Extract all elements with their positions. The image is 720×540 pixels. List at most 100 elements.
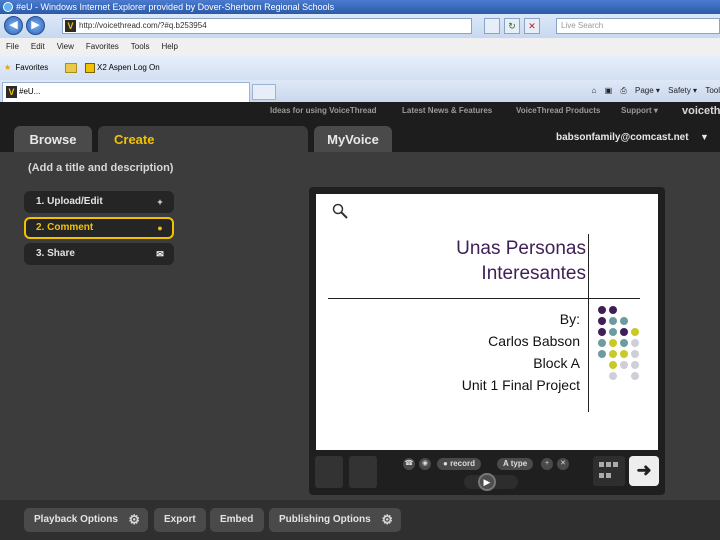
step-upload-edit-button[interactable]: 1. Upload/Edit +	[24, 191, 174, 213]
step-label: 1. Upload/Edit	[36, 196, 103, 207]
print-icon[interactable]: ⎙	[620, 86, 626, 95]
publishing-options-label: Publishing Options	[279, 514, 371, 525]
step-share-button[interactable]: 3. Share ✉	[24, 243, 174, 265]
tab-create[interactable]: Create	[98, 126, 308, 152]
favorite-link-aspen[interactable]: X2 Aspen Log On	[97, 63, 160, 72]
decorative-dot	[598, 328, 606, 336]
favorites-button[interactable]: Favorites	[15, 63, 48, 72]
decorative-dot	[609, 350, 617, 358]
tab-favicon-icon: V	[6, 86, 17, 98]
voicethread-favicon-icon: V	[65, 20, 76, 32]
menu-edit[interactable]: Edit	[31, 42, 45, 51]
type-button[interactable]: A type	[497, 458, 534, 470]
slide-divider-vertical	[588, 234, 589, 412]
gear-icon: ⚙	[381, 512, 393, 527]
decorative-dot	[598, 339, 606, 347]
decorative-dot	[620, 339, 628, 347]
slide-grid-button[interactable]	[593, 456, 625, 486]
zoom-icon[interactable]	[332, 203, 348, 219]
type-label: type	[510, 459, 528, 468]
record-button[interactable]: ● record	[437, 458, 481, 470]
compatibility-icon[interactable]	[484, 18, 500, 34]
play-button[interactable]: ▶	[478, 473, 496, 491]
camera-icon[interactable]: ◉	[419, 458, 431, 470]
voicethread-logo[interactable]: voicethr	[682, 102, 720, 120]
slide-author: Carlos Babson	[488, 333, 580, 349]
browser-tab[interactable]: V #eU...	[2, 82, 250, 102]
link-support[interactable]: Support ▾	[621, 102, 658, 120]
menu-favorites[interactable]: Favorites	[86, 42, 119, 51]
decorative-dot	[598, 350, 606, 358]
back-button[interactable]: ◀	[4, 16, 23, 35]
publishing-options-button[interactable]: Publishing Options ⚙	[269, 508, 401, 532]
decorative-dot	[609, 339, 617, 347]
create-panel: (Add a title and description) 1. Upload/…	[0, 152, 720, 500]
player-controls: ☎ ◉ ● record A type + ✕ ▶ ➜	[309, 452, 665, 495]
tab-myvoice[interactable]: MyVoice	[314, 126, 392, 152]
page-menu[interactable]: Page ▾	[635, 86, 660, 95]
decorative-dot	[631, 328, 639, 336]
thread-title-placeholder[interactable]: (Add a title and description)	[28, 162, 173, 174]
favorites-star-icon[interactable]: ★	[4, 63, 11, 72]
slide-block: Block A	[533, 355, 580, 371]
home-icon[interactable]: ⌂	[591, 86, 596, 95]
plus-icon: +	[157, 197, 163, 207]
voicethread-top-nav: Ideas for using VoiceThread Latest News …	[0, 102, 720, 120]
close-icon[interactable]: ✕	[557, 458, 569, 470]
playback-options-button[interactable]: Playback Options ⚙	[24, 508, 148, 532]
microphone-icon: ●	[157, 223, 163, 233]
export-button[interactable]: Export	[154, 508, 206, 532]
menu-bar: File Edit View Favorites Tools Help	[0, 38, 720, 56]
tab-bar: V #eU... ⌂ ▣ ⎙ Page ▾ Safety ▾ Tool	[0, 80, 720, 102]
decorative-dot	[598, 317, 606, 325]
record-label: record	[450, 459, 475, 468]
link-icon	[84, 62, 95, 73]
next-slide-button[interactable]: ➜	[629, 456, 659, 486]
menu-tools[interactable]: Tools	[131, 42, 150, 51]
tab-browse[interactable]: Browse	[14, 126, 92, 152]
decorative-dot	[609, 328, 617, 336]
envelope-icon: ✉	[156, 249, 164, 259]
playback-options-label: Playback Options	[34, 514, 118, 525]
menu-help[interactable]: Help	[161, 42, 177, 51]
window-title: #eU - Windows Internet Explorer provided…	[16, 2, 335, 12]
phone-icon[interactable]: ☎	[403, 458, 415, 470]
slide-divider-horizontal	[328, 298, 640, 299]
account-email[interactable]: babsonfamily@comcast.net	[556, 132, 689, 143]
new-tab-button[interactable]	[252, 84, 276, 100]
previous-slide-button[interactable]	[315, 456, 343, 488]
decorative-dot	[620, 317, 628, 325]
menu-view[interactable]: View	[57, 42, 74, 51]
step-comment-button[interactable]: 2. Comment ●	[24, 217, 174, 239]
tab-title: #eU...	[19, 87, 41, 96]
safety-menu[interactable]: Safety ▾	[668, 86, 697, 95]
slide-canvas: Unas Personas Interesantes By: Carlos Ba…	[316, 194, 658, 450]
window-title-bar: #eU - Windows Internet Explorer provided…	[0, 0, 720, 14]
embed-button[interactable]: Embed	[210, 508, 264, 532]
menu-file[interactable]: File	[6, 42, 19, 51]
slide-byline: By:	[559, 311, 580, 327]
decorative-dot	[620, 328, 628, 336]
forward-button[interactable]: ▶	[26, 16, 45, 35]
link-news[interactable]: Latest News & Features	[402, 102, 492, 120]
command-bar: ⌂ ▣ ⎙ Page ▾ Safety ▾ Tool	[585, 83, 720, 99]
refresh-button[interactable]: ↻	[504, 18, 520, 34]
decorative-dot	[609, 372, 617, 380]
add-favorite-icon[interactable]	[64, 62, 77, 73]
link-ideas[interactable]: Ideas for using VoiceThread	[270, 102, 377, 120]
stop-button[interactable]: ✕	[524, 18, 540, 34]
identity-avatar-button[interactable]	[349, 456, 377, 488]
slide-title-line: Unas Personas	[456, 238, 586, 259]
search-input[interactable]: Live Search	[556, 18, 720, 34]
link-products[interactable]: VoiceThread Products	[516, 102, 600, 120]
slide-player: Unas Personas Interesantes By: Carlos Ba…	[309, 187, 665, 495]
decorative-dot	[631, 350, 639, 358]
upload-icon[interactable]: +	[541, 458, 553, 470]
decorative-dot	[609, 306, 617, 314]
account-dropdown-icon[interactable]: ▼	[700, 132, 709, 142]
address-bar[interactable]: V http://voicethread.com/?#q.b253954	[62, 18, 472, 34]
tools-menu[interactable]: Tool	[705, 86, 720, 95]
feeds-icon[interactable]: ▣	[605, 86, 613, 95]
decorative-dot	[631, 361, 639, 369]
decorative-dot	[609, 361, 617, 369]
